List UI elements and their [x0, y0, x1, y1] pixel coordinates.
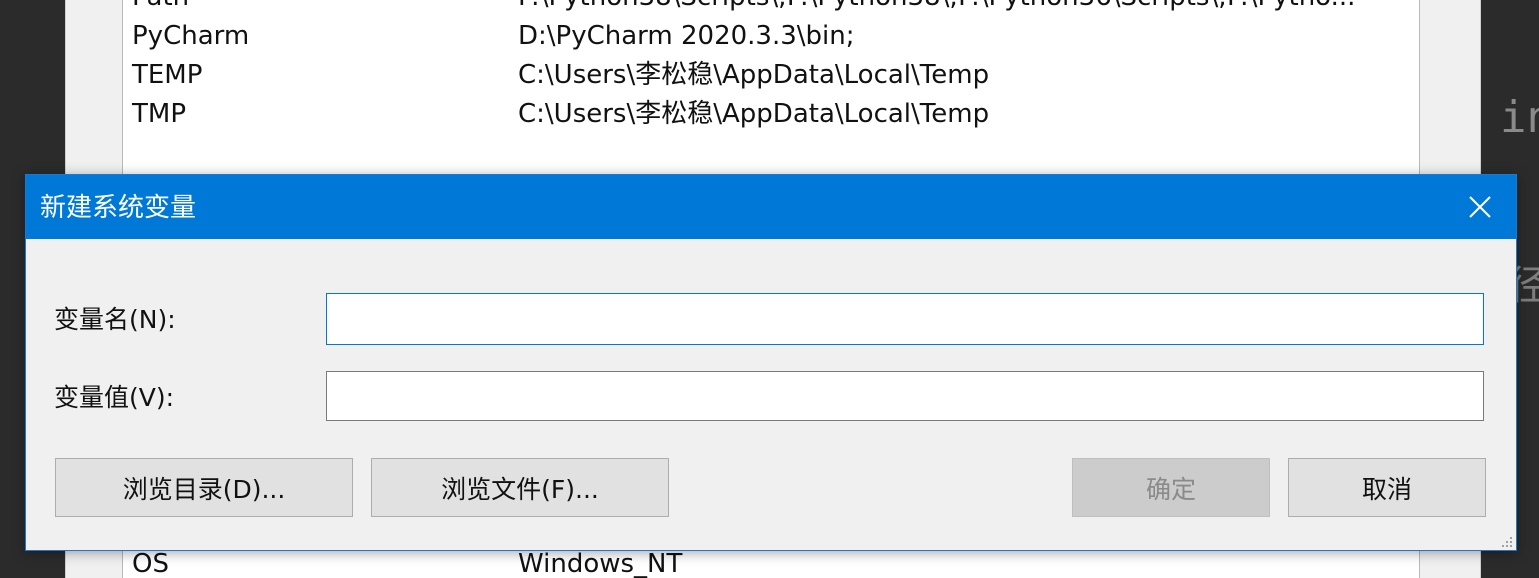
variable-value: C:\Users\李松稳\AppData\Local\Temp [518, 60, 990, 90]
resize-grip-icon[interactable] [1499, 533, 1513, 547]
dialog-title: 新建系统变量 [40, 193, 197, 223]
variable-value: D:\PyCharm 2020.3.3\bin; [518, 21, 855, 51]
variable-name-label: 变量名(N): [54, 305, 176, 334]
ok-button[interactable]: 确定 [1072, 458, 1270, 517]
close-icon [1469, 196, 1491, 218]
list-item[interactable]: PyCharm D:\PyCharm 2020.3.3\bin; [123, 17, 1419, 56]
list-item[interactable]: Path F:\Python38\Scripts\;F:\Python38\;F… [123, 0, 1419, 17]
browse-directory-button[interactable]: 浏览目录(D)... [55, 458, 353, 517]
variable-name: Path [132, 0, 189, 17]
close-button[interactable] [1444, 175, 1516, 239]
dialog-titlebar[interactable]: 新建系统变量 [26, 175, 1516, 239]
variable-value-label: 变量值(V): [54, 383, 175, 412]
browse-file-button[interactable]: 浏览文件(F)... [371, 458, 669, 517]
variable-value: C:\Users\李松稳\AppData\Local\Temp [518, 99, 990, 129]
screen: in7 径 Path F:\Python38\Scripts\;F:\Pytho… [0, 0, 1539, 578]
variable-name: TMP [132, 99, 186, 129]
variable-value: F:\Python38\Scripts\;F:\Python38\;F:\Pyt… [518, 0, 1378, 17]
new-system-variable-dialog: 新建系统变量 变量名(N): 变量值(V): 浏览目录(D)... 浏览文件(F… [25, 174, 1517, 551]
variable-name: TEMP [132, 60, 203, 90]
variable-value-input[interactable] [326, 371, 1484, 421]
list-item[interactable]: TEMP C:\Users\李松稳\AppData\Local\Temp [123, 56, 1419, 95]
list-item[interactable]: TMP C:\Users\李松稳\AppData\Local\Temp [123, 95, 1419, 134]
variable-name-input[interactable] [326, 293, 1484, 345]
cancel-button[interactable]: 取消 [1288, 458, 1486, 517]
variable-name: PyCharm [132, 21, 250, 51]
background-editor-text: in7 [1500, 92, 1539, 143]
